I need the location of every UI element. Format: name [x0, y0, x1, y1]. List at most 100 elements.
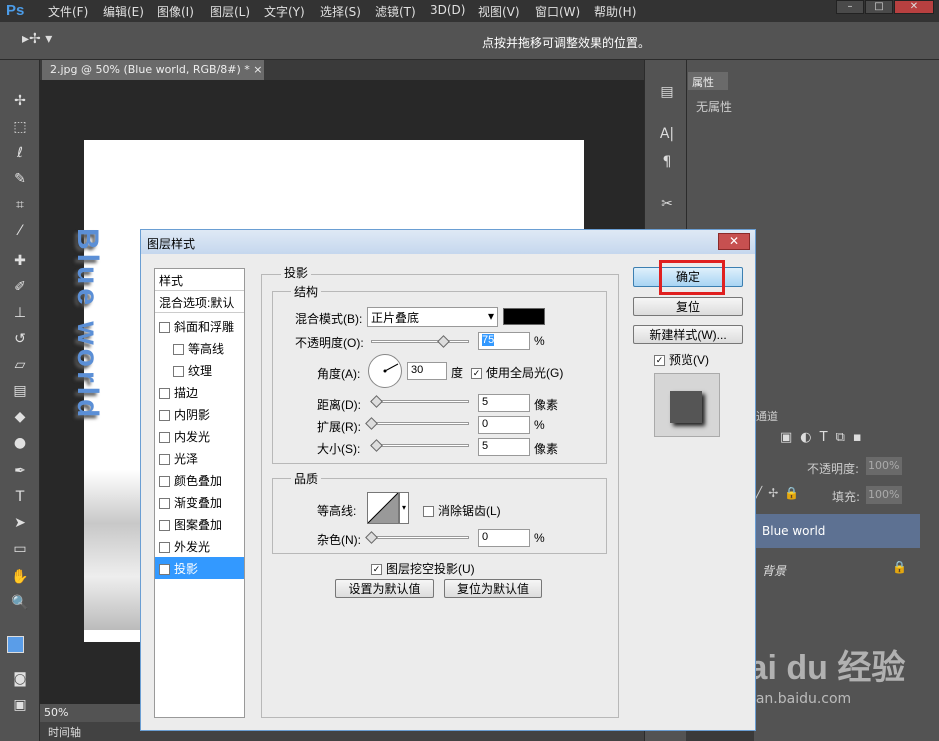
eyedropper-tool-icon[interactable]: ⁄: [10, 222, 30, 240]
spread-slider[interactable]: [371, 422, 469, 425]
reset-default-button[interactable]: 复位为默认值: [444, 579, 542, 598]
layer-filter-icons[interactable]: ▣◐T⧉▪: [780, 430, 870, 445]
eraser-tool-icon[interactable]: ▱: [10, 356, 30, 374]
checkbox[interactable]: [159, 520, 170, 532]
antialias-checkbox[interactable]: 消除锯齿(L): [423, 502, 501, 519]
style-texture[interactable]: 纹理: [155, 359, 244, 381]
menu-edit[interactable]: 编辑(E): [103, 3, 144, 20]
checkbox-checked[interactable]: ✓: [471, 368, 482, 380]
global-light-checkbox[interactable]: ✓ 使用全局光(G): [471, 364, 563, 381]
crop-tool-icon[interactable]: ⌗: [10, 196, 30, 214]
zoom-tool-icon[interactable]: 🔍: [10, 594, 30, 612]
path-select-icon[interactable]: ➤: [10, 514, 30, 532]
checkbox-checked[interactable]: ✓: [371, 564, 382, 576]
menu-view[interactable]: 视图(V): [478, 3, 520, 20]
opacity-slider[interactable]: [371, 340, 469, 343]
checkbox[interactable]: [173, 344, 184, 356]
maximize-button[interactable]: □: [865, 0, 893, 14]
menu-3d[interactable]: 3D(D): [430, 3, 465, 17]
blending-options[interactable]: 混合选项:默认: [155, 291, 244, 313]
layer-opacity-field[interactable]: 100%: [866, 457, 902, 475]
history-panel-icon[interactable]: ▤: [657, 84, 677, 104]
style-contour[interactable]: 等高线: [155, 337, 244, 359]
layer-row-text[interactable]: Blue world: [754, 514, 920, 548]
clone-stamp-icon[interactable]: ⊥: [10, 304, 30, 322]
marquee-tool-icon[interactable]: ⬚: [10, 118, 30, 136]
menu-file[interactable]: 文件(F): [48, 3, 88, 20]
checkbox[interactable]: [159, 432, 170, 444]
menu-image[interactable]: 图像(I): [157, 3, 194, 20]
document-tab[interactable]: 2.jpg @ 50% (Blue world, RGB/8#) * ×: [42, 60, 264, 80]
noise-slider[interactable]: [371, 536, 469, 539]
move-tool-icon[interactable]: ✢: [10, 92, 30, 110]
style-stroke[interactable]: 描边: [155, 381, 244, 403]
healing-brush-icon[interactable]: ✚: [10, 252, 30, 270]
dodge-tool-icon[interactable]: ●: [10, 434, 30, 452]
menu-filter[interactable]: 滤镜(T): [375, 3, 416, 20]
brush-tool-icon[interactable]: ✐: [10, 278, 30, 296]
rectangle-tool-icon[interactable]: ▭: [10, 540, 30, 558]
angle-input[interactable]: 30: [407, 362, 447, 380]
checkbox-checked[interactable]: ✓: [654, 355, 665, 367]
style-satin[interactable]: 光泽: [155, 447, 244, 469]
blur-tool-icon[interactable]: ◆: [10, 408, 30, 426]
character-panel-icon[interactable]: A|: [657, 126, 677, 146]
close-tab-icon[interactable]: ×: [253, 63, 262, 76]
close-window-button[interactable]: ✕: [894, 0, 934, 14]
contour-picker[interactable]: [367, 492, 399, 524]
checkbox[interactable]: [159, 498, 170, 510]
history-brush-icon[interactable]: ↺: [10, 330, 30, 348]
hand-tool-icon[interactable]: ✋: [10, 568, 30, 586]
lasso-tool-icon[interactable]: ℓ: [10, 144, 30, 162]
style-gradient-overlay[interactable]: 渐变叠加: [155, 491, 244, 513]
styles-header[interactable]: 样式: [155, 269, 244, 291]
tool-presets-icon[interactable]: ✂: [657, 196, 677, 216]
knockout-checkbox[interactable]: ✓ 图层挖空投影(U): [371, 560, 475, 577]
distance-slider[interactable]: [371, 400, 469, 403]
set-default-button[interactable]: 设置为默认值: [335, 579, 434, 598]
menu-type[interactable]: 文字(Y): [264, 3, 305, 20]
move-tool-icon[interactable]: ▸✢ ▾: [22, 31, 52, 47]
blend-mode-select[interactable]: 正片叠底 ▾: [367, 307, 498, 327]
style-inner-shadow[interactable]: 内阴影: [155, 403, 244, 425]
distance-input[interactable]: 5: [478, 394, 530, 412]
style-drop-shadow[interactable]: ✓ 投影: [155, 557, 244, 579]
paragraph-panel-icon[interactable]: ¶: [657, 154, 677, 174]
channels-tab[interactable]: 通道: [756, 408, 778, 424]
menu-layer[interactable]: 图层(L): [210, 3, 250, 20]
checkbox[interactable]: [173, 366, 184, 378]
dialog-close-button[interactable]: ✕: [718, 233, 750, 250]
minimize-button[interactable]: –: [836, 0, 864, 14]
checkbox[interactable]: [159, 542, 170, 554]
opacity-input[interactable]: 75: [478, 332, 530, 350]
chevron-down-icon[interactable]: ▾: [399, 492, 409, 524]
quick-mask-icon[interactable]: ◙: [10, 670, 30, 688]
gradient-tool-icon[interactable]: ▤: [10, 382, 30, 400]
shadow-color-swatch[interactable]: [503, 308, 545, 325]
preview-checkbox[interactable]: ✓ 预览(V): [654, 351, 709, 368]
layer-fill-field[interactable]: 100%: [866, 486, 902, 504]
checkbox-checked[interactable]: ✓: [159, 564, 170, 576]
checkbox[interactable]: [423, 506, 434, 518]
checkbox[interactable]: [159, 322, 170, 334]
screen-mode-icon[interactable]: ▣: [10, 696, 30, 714]
properties-tab[interactable]: 属性: [688, 72, 728, 90]
quick-select-tool-icon[interactable]: ✎: [10, 170, 30, 188]
checkbox[interactable]: [159, 388, 170, 400]
style-outer-glow[interactable]: 外发光: [155, 535, 244, 557]
style-bevel-emboss[interactable]: 斜面和浮雕: [155, 315, 244, 337]
style-pattern-overlay[interactable]: 图案叠加: [155, 513, 244, 535]
checkbox[interactable]: [159, 476, 170, 488]
reset-button[interactable]: 复位: [633, 297, 743, 316]
spread-input[interactable]: 0: [478, 416, 530, 434]
menu-window[interactable]: 窗口(W): [535, 3, 580, 20]
style-inner-glow[interactable]: 内发光: [155, 425, 244, 447]
pen-tool-icon[interactable]: ✒: [10, 462, 30, 480]
menu-select[interactable]: 选择(S): [320, 3, 361, 20]
lock-icons[interactable]: ╱✢🔒: [755, 486, 805, 500]
menu-help[interactable]: 帮助(H): [594, 3, 636, 20]
layer-row-background[interactable]: 背景 🔒: [754, 552, 920, 586]
type-tool-icon[interactable]: T: [10, 488, 30, 506]
size-input[interactable]: 5: [478, 438, 530, 456]
angle-dial[interactable]: [368, 354, 402, 388]
